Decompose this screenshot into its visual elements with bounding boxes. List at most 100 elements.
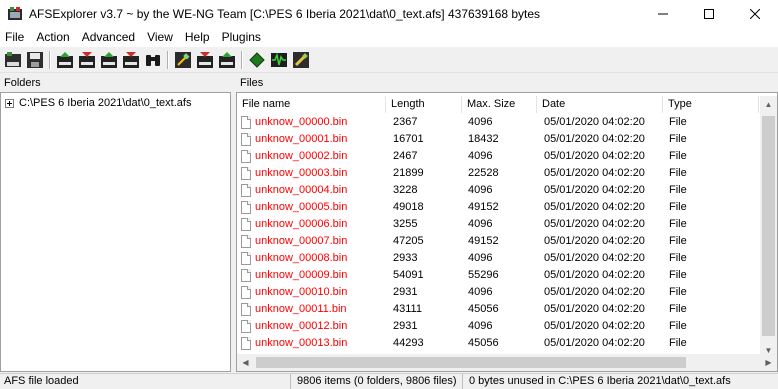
type-cell: File: [669, 218, 687, 230]
open-afs-button[interactable]: [4, 51, 22, 69]
column-header-date[interactable]: Date: [537, 96, 663, 113]
scroll-up-icon[interactable]: ▲: [760, 96, 777, 113]
type-cell: File: [669, 337, 687, 349]
afs-explorer-window: AFSExplorer v3.7 ~ by the WE-NG Team [C:…: [0, 0, 778, 389]
export-dir-button[interactable]: [122, 51, 140, 69]
column-header-length[interactable]: Length: [386, 96, 462, 113]
file-icon: [241, 269, 251, 282]
import-dir-button[interactable]: [100, 51, 118, 69]
green-diamond-button[interactable]: [248, 51, 266, 69]
date-cell: 05/01/2020 04:02:20: [544, 201, 645, 213]
green-diamond-icon: [249, 52, 265, 68]
import-afs-icon: [197, 52, 213, 68]
tree-node-label: C:\PES 6 Iberia 2021\dat\0_text.afs: [19, 97, 192, 109]
table-row[interactable]: unknow_00002.bin 2467 4096 05/01/2020 04:02…: [237, 148, 759, 165]
file-name: unknow_00003.bin: [255, 167, 348, 179]
status-unused-bytes: 0 bytes unused in C:\PES 6 Iberia 2021\d…: [469, 375, 731, 387]
vertical-scrollbar[interactable]: ▲ ▼: [760, 96, 777, 359]
folders-label: Folders: [4, 77, 41, 89]
column-header-max-size[interactable]: Max. Size: [462, 96, 537, 113]
files-list[interactable]: File name Length Max. Size Date Type unk…: [236, 92, 778, 372]
table-row[interactable]: unknow_00010.bin 2931 4096 05/01/2020 04:02…: [237, 284, 759, 301]
date-cell: 05/01/2020 04:02:20: [544, 235, 645, 247]
length-cell: 54091: [393, 269, 424, 281]
file-name: unknow_00001.bin: [255, 133, 348, 145]
file-icon: [241, 235, 251, 248]
file-name: unknow_00002.bin: [255, 150, 348, 162]
waveform-button[interactable]: [270, 51, 288, 69]
column-header-type[interactable]: Type: [663, 96, 759, 113]
expand-icon[interactable]: [5, 98, 14, 108]
menu-help[interactable]: Help: [179, 28, 216, 47]
menu-view[interactable]: View: [141, 28, 179, 47]
tree-node-root[interactable]: C:\PES 6 Iberia 2021\dat\0_text.afs: [5, 97, 191, 109]
import-file-button[interactable]: [56, 51, 74, 69]
table-row[interactable]: unknow_00000.bin 2367 4096 05/01/2020 04:02…: [237, 114, 759, 131]
scroll-right-icon[interactable]: ▶: [760, 354, 777, 371]
length-cell: 2367: [393, 116, 418, 128]
horizontal-scroll-thumb[interactable]: [256, 357, 686, 368]
export-afs-button[interactable]: [218, 51, 236, 69]
file-icon: [241, 303, 251, 316]
horizontal-scrollbar[interactable]: ◀ ▶: [237, 354, 777, 371]
table-row[interactable]: unknow_00004.bin 3228 4096 05/01/2020 04:02…: [237, 182, 759, 199]
table-row[interactable]: unknow_00011.bin 43111 45056 05/01/2020 04:…: [237, 301, 759, 318]
table-row[interactable]: unknow_00013.bin 44293 45056 05/01/2020 04:…: [237, 335, 759, 352]
table-row[interactable]: unknow_00003.bin 21899 22528 05/01/2020 04:…: [237, 165, 759, 182]
file-icon: [241, 167, 251, 180]
table-row[interactable]: unknow_00012.bin 2931 4096 05/01/2020 04:02…: [237, 318, 759, 335]
type-cell: File: [669, 252, 687, 264]
table-row[interactable]: unknow_00006.bin 3255 4096 05/01/2020 04:02…: [237, 216, 759, 233]
menu-plugins[interactable]: Plugins: [216, 28, 267, 47]
file-name-cell: unknow_00004.bin: [237, 182, 386, 199]
import-dir-icon: [101, 52, 117, 68]
minimize-button[interactable]: [640, 0, 686, 28]
search-button[interactable]: [144, 51, 162, 69]
column-header-file-name[interactable]: File name: [237, 96, 386, 113]
max-size-cell: 4096: [468, 150, 493, 162]
folders-tree[interactable]: C:\PES 6 Iberia 2021\dat\0_text.afs: [0, 92, 231, 372]
table-row[interactable]: unknow_00009.bin 54091 55296 05/01/2020 04:…: [237, 267, 759, 284]
title-bar[interactable]: AFSExplorer v3.7 ~ by the WE-NG Team [C:…: [0, 0, 778, 28]
menu-file[interactable]: File: [0, 28, 30, 47]
import-afs-button[interactable]: [196, 51, 214, 69]
pencil-tool-button[interactable]: [292, 51, 310, 69]
table-row[interactable]: unknow_00008.bin 2933 4096 05/01/2020 04:02…: [237, 250, 759, 267]
export-dir-icon: [123, 52, 139, 68]
maximize-button[interactable]: [686, 0, 732, 28]
vertical-scroll-thumb[interactable]: [762, 116, 775, 336]
file-name: unknow_00006.bin: [255, 218, 348, 230]
date-cell: 05/01/2020 04:02:20: [544, 337, 645, 349]
files-label: Files: [240, 77, 264, 89]
type-cell: File: [669, 150, 687, 162]
scroll-left-icon[interactable]: ◀: [237, 354, 254, 371]
file-name-cell: unknow_00005.bin: [237, 199, 386, 216]
table-row[interactable]: unknow_00001.bin 16701 18432 05/01/2020 04:…: [237, 131, 759, 148]
file-icon: [241, 150, 251, 163]
close-button[interactable]: [732, 0, 778, 28]
save-button[interactable]: [26, 51, 44, 69]
status-item-count: 9806 items (0 folders, 9806 files): [291, 374, 463, 389]
menu-bar: File Action Advanced View Help Plugins: [0, 28, 778, 47]
max-size-cell: 4096: [468, 116, 493, 128]
file-name-cell: unknow_00003.bin: [237, 165, 386, 182]
menu-advanced[interactable]: Advanced: [76, 28, 141, 47]
max-size-cell: 18432: [468, 133, 499, 145]
table-row[interactable]: unknow_00005.bin 49018 49152 05/01/2020 04:…: [237, 199, 759, 216]
date-cell: 05/01/2020 04:02:20: [544, 184, 645, 196]
length-cell: 21899: [393, 167, 424, 179]
horizontal-scroll-track[interactable]: [254, 354, 760, 371]
rebuild-button[interactable]: [174, 51, 192, 69]
length-cell: 44293: [393, 337, 424, 349]
window-controls: [640, 0, 778, 28]
status-bar: AFS file loaded 9806 items (0 folders, 9…: [0, 373, 778, 389]
max-size-cell: 22528: [468, 167, 499, 179]
menu-action[interactable]: Action: [30, 28, 75, 47]
toolbar-separator: [49, 51, 51, 69]
export-file-button[interactable]: [78, 51, 96, 69]
table-row[interactable]: unknow_00007.bin 47205 49152 05/01/2020 04:…: [237, 233, 759, 250]
type-cell: File: [669, 320, 687, 332]
date-cell: 05/01/2020 04:02:20: [544, 286, 645, 298]
type-cell: File: [669, 286, 687, 298]
waveform-icon: [271, 52, 287, 67]
